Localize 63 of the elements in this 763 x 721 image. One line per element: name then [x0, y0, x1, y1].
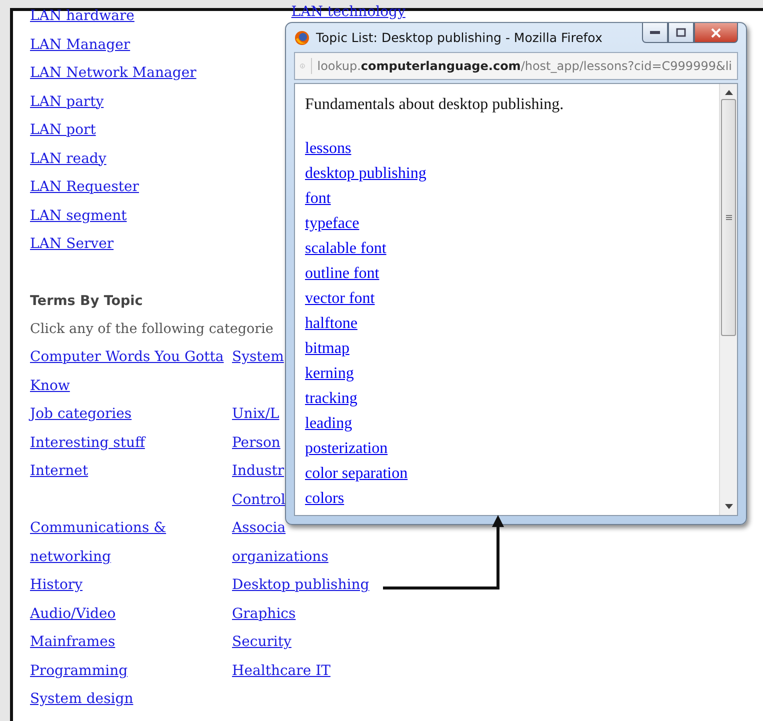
lesson-link[interactable]: bitmap — [305, 336, 350, 361]
category-link[interactable]: organizations — [232, 542, 328, 571]
category-link[interactable]: Associa — [232, 514, 286, 542]
category-link[interactable]: Desktop publishing — [232, 571, 370, 600]
lesson-link[interactable]: kerning — [305, 361, 354, 386]
category-link[interactable]: Computer Words You Gotta Know — [30, 343, 232, 400]
topic-link[interactable]: LAN Requester — [30, 173, 139, 202]
category-link[interactable]: Industr — [232, 457, 284, 486]
url-text: lookup.computerlanguage.com/host_app/lessons?cid=C999999&li — [317, 59, 732, 73]
lesson-link[interactable]: color separation — [305, 461, 408, 486]
category-link[interactable]: Internet — [30, 457, 232, 486]
lesson-link[interactable]: typeface — [305, 211, 360, 236]
maximize-icon — [676, 28, 686, 37]
lesson-link[interactable]: vector font — [305, 286, 375, 311]
scroll-thumb[interactable] — [721, 99, 736, 336]
topic-link[interactable]: LAN hardware — [30, 2, 134, 30]
topic-link[interactable]: LAN ready — [30, 144, 106, 173]
maximize-button[interactable] — [668, 23, 694, 43]
lesson-link[interactable]: font — [305, 186, 331, 211]
category-link[interactable]: Person — [232, 428, 280, 457]
category-link[interactable]: Job categories — [30, 400, 232, 428]
address-bar[interactable]: lookup.computerlanguage.com/host_app/lessons?cid=C999999&li — [294, 52, 738, 80]
lesson-link[interactable]: colors — [305, 486, 344, 511]
topic-link[interactable]: LAN Server — [30, 230, 114, 258]
category-link[interactable]: Control — [232, 486, 286, 514]
grip-icon — [726, 215, 732, 220]
category-link[interactable]: Programming — [30, 656, 232, 685]
lesson-link[interactable]: desktop publishing — [305, 161, 426, 186]
close-button[interactable] — [694, 23, 738, 43]
category-link[interactable]: Healthcare IT — [232, 656, 330, 685]
category-link[interactable]: Audio/Video — [30, 600, 232, 628]
category-link[interactable]: Graphics — [232, 600, 296, 628]
topic-link[interactable]: LAN segment — [30, 202, 127, 230]
scroll-down-icon[interactable] — [724, 504, 732, 509]
lesson-link[interactable]: tracking — [305, 386, 358, 411]
lesson-link[interactable]: posterization — [305, 436, 388, 461]
scrollbar[interactable] — [719, 84, 737, 515]
minimize-button[interactable] — [642, 23, 668, 43]
close-icon — [711, 28, 721, 38]
category-link[interactable]: System design — [30, 685, 232, 714]
topic-link[interactable]: LAN party — [30, 88, 104, 116]
topic-link[interactable]: LAN port — [30, 116, 96, 144]
lesson-link[interactable]: leading — [305, 411, 352, 436]
category-link[interactable]: Interesting stuff — [30, 428, 232, 457]
section-title: Terms By Topic — [30, 292, 143, 310]
description-text: Fundamentals about desktop publishing. — [305, 96, 564, 114]
category-link[interactable]: Unix/L — [232, 400, 280, 428]
topic-link[interactable]: LAN Manager — [30, 30, 130, 59]
topic-link[interactable]: LAN Network Manager — [30, 59, 196, 88]
lesson-link[interactable]: outline font — [305, 261, 380, 286]
scroll-up-icon[interactable] — [724, 90, 732, 95]
lesson-link[interactable]: halftone — [305, 311, 358, 336]
category-link[interactable]: Mainframes — [30, 628, 232, 656]
minimize-icon — [650, 30, 660, 34]
category-link[interactable]: Communications & networking — [30, 514, 232, 571]
window-title: Topic List: Desktop publishing - Mozilla Firefox — [316, 30, 604, 45]
lesson-link[interactable]: lessons — [305, 136, 352, 161]
category-link[interactable]: Security — [232, 628, 292, 656]
browser-logo-icon — [294, 30, 310, 46]
lesson-link[interactable]: scalable font — [305, 236, 386, 261]
category-link[interactable]: History — [30, 571, 232, 600]
intro-text: Click any of the following categorie — [30, 320, 274, 338]
category-link[interactable]: System — [232, 343, 284, 372]
